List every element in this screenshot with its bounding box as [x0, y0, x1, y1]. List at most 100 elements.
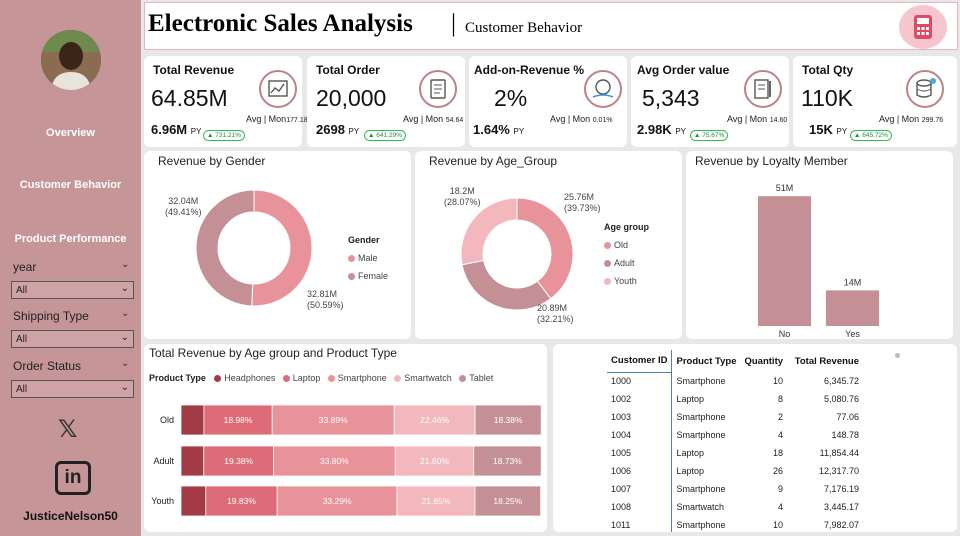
column-header-total-revenue[interactable]: Total Revenue: [787, 350, 863, 372]
legend-item-male[interactable]: Male: [348, 249, 388, 267]
linkedin-icon[interactable]: in: [55, 461, 91, 495]
line-chart-icon: [259, 70, 297, 108]
bar-data-label: 18.98%: [224, 415, 253, 425]
table-cell-quantity: 9: [778, 484, 784, 494]
scrollbar-thumb[interactable]: [895, 353, 900, 358]
kpi-value: 64.85M: [151, 85, 228, 111]
kpi-growth-badge: ▲ 645.72%: [850, 130, 892, 141]
add-on-revenue-icon: [584, 70, 622, 108]
legend-item-youth[interactable]: Youth: [604, 272, 649, 290]
table-cell-customer-id: 1005: [607, 444, 673, 462]
kpi-avg-mon: Avg | Mon 54.64: [403, 114, 464, 124]
kpi-card-avg-order-value: Avg Order value 5,343 2.98K PY ▲ 75.67% …: [631, 56, 789, 147]
order-notebook-icon: [744, 70, 782, 108]
male-data-label: 32.81M (50.59%): [307, 289, 344, 310]
table-cell-total-revenue: 7,982.07: [823, 520, 860, 530]
table-cell-total-revenue: 3,445.17: [823, 502, 860, 512]
page-header: Electronic Sales Analysis | Customer Beh…: [144, 2, 958, 50]
bar-no[interactable]: [758, 196, 811, 326]
bar-data-label: 51M: [776, 183, 794, 193]
kpi-growth-badge: ▲ 731.21%: [203, 130, 245, 141]
bar-data-label: 19.38%: [224, 456, 253, 466]
nav-product-performance[interactable]: Product Performance: [0, 233, 141, 245]
kpi-avg-mon: Avg | Mon 0.01%: [550, 114, 613, 124]
kpi-card-total-qty: Total Qty 110K 15K PY ▲ 645.72% Avg | Mo…: [793, 56, 957, 147]
y-tick-label: Youth: [151, 496, 174, 506]
table-cell-quantity: 8: [778, 394, 784, 404]
bar-yes[interactable]: [826, 290, 879, 326]
kpi-value: 2%: [494, 85, 528, 111]
table-cell-total-revenue: 11,854.44: [819, 448, 860, 458]
bar-data-label: 21.65%: [422, 496, 451, 506]
title-separator: |: [451, 10, 457, 37]
nav-customer-behavior[interactable]: Customer Behavior: [0, 179, 141, 191]
legend-item-adult[interactable]: Adult: [604, 254, 649, 272]
x-icon[interactable]: 𝕏: [58, 415, 77, 444]
chevron-down-icon[interactable]: ⌄: [121, 259, 129, 270]
table-cell-quantity: 26: [773, 466, 784, 476]
table-row[interactable]: 1002 Laptop 8 5,080.76: [607, 390, 863, 408]
kpi-avg-mon: Avg | Mon 14.60: [727, 114, 788, 124]
legend-item-female[interactable]: Female: [348, 267, 388, 285]
kpi-value: 5,343: [642, 85, 700, 111]
table-row[interactable]: 1006 Laptop 26 12,317.70: [607, 462, 863, 480]
column-header-product-type[interactable]: Product Type: [671, 350, 741, 372]
kpi-growth-badge: ▲ 641.29%: [364, 130, 406, 141]
column-header-quantity[interactable]: Quantity: [740, 350, 787, 372]
table-cell-product-type: Smartphone: [676, 430, 726, 440]
sales-terminal-icon: [899, 5, 947, 49]
table-cell-total-revenue: 148.78: [831, 430, 860, 440]
table-row[interactable]: 1007 Smartphone 9 7,176.19: [607, 480, 863, 498]
old-data-label: 25.76M (39.73%): [564, 192, 601, 213]
table-cell-customer-id: 1007: [607, 480, 673, 498]
shipping-type-filter-label: Shipping Type: [13, 309, 89, 323]
bar-data-label: 21.80%: [420, 456, 449, 466]
chevron-down-icon[interactable]: ⌄: [121, 358, 129, 369]
gender-chart-panel: Revenue by Gender 32.04M (49.41%) 32.81M(…: [144, 151, 411, 339]
table-row[interactable]: 1005 Laptop 18 11,854.44: [607, 444, 863, 462]
shipping-type-filter-select[interactable]: All ⌄: [11, 330, 134, 348]
table-row[interactable]: 1000 Smartphone 10 6,345.72: [607, 371, 863, 390]
table-cell-customer-id: 1011: [607, 516, 673, 532]
pie-slice-male[interactable]: [251, 189, 313, 307]
table-cell-total-revenue: 5,080.76: [823, 394, 860, 404]
year-filter-select[interactable]: All ⌄: [11, 281, 134, 299]
kpi-py-value: 2698 PY: [316, 122, 360, 137]
clipboard-icon: [419, 70, 457, 108]
kpi-value: 20,000: [316, 85, 387, 111]
table-cell-quantity: 2: [778, 412, 784, 422]
gender-legend: Gender Male Female: [348, 231, 388, 285]
table-cell-product-type: Smartwatch: [676, 502, 724, 512]
table-row[interactable]: 1008 Smartwatch 4 3,445.17: [607, 498, 863, 516]
table-row[interactable]: 1003 Smartphone 2 77.06: [607, 408, 863, 426]
table-cell-product-type: Smartphone: [676, 520, 726, 530]
column-header-customer-id[interactable]: Customer ID: [607, 350, 672, 373]
nav-overview[interactable]: Overview: [0, 127, 141, 139]
legend-item-old[interactable]: Old: [604, 236, 649, 254]
legend-title: Age group: [604, 222, 649, 232]
pie-slice-youth[interactable]: [460, 197, 518, 266]
chevron-down-icon: ⌄: [120, 382, 129, 393]
bar-segment-headphones[interactable]: [180, 404, 205, 436]
table-cell-total-revenue: 77.06: [836, 412, 860, 422]
kpi-card-total-order: Total Order 20,000 2698 PY ▲ 641.29% Avg…: [307, 56, 465, 147]
table-cell-quantity: 4: [778, 430, 784, 440]
chevron-down-icon[interactable]: ⌄: [121, 308, 129, 319]
table-cell-product-type: Laptop: [676, 466, 705, 476]
legend-title: Gender: [348, 235, 380, 245]
bar-data-label: 33.89%: [319, 415, 348, 425]
stack-coins-icon: [906, 70, 944, 108]
table-row[interactable]: 1011 Smartphone 10 7,982.07: [607, 516, 863, 532]
bar-segment-headphones[interactable]: [180, 445, 205, 477]
table-row[interactable]: 1004 Smartphone 4 148.78: [607, 426, 863, 444]
year-filter-label: year: [13, 260, 37, 274]
pie-slice-female[interactable]: [195, 189, 255, 307]
order-status-filter-select[interactable]: All ⌄: [11, 380, 134, 398]
order-status-filter-value: All: [16, 384, 28, 395]
table-cell-product-type: Laptop: [676, 394, 705, 404]
kpi-title: Total Revenue: [153, 63, 235, 77]
kpi-card-total-revenue: Total Revenue 64.85M 6.96M PY ▲ 731.21% …: [144, 56, 312, 147]
kpi-py-value: 15K PY: [809, 122, 848, 137]
bar-segment-headphones[interactable]: [180, 485, 207, 517]
y-tick-label: Adult: [153, 456, 174, 466]
